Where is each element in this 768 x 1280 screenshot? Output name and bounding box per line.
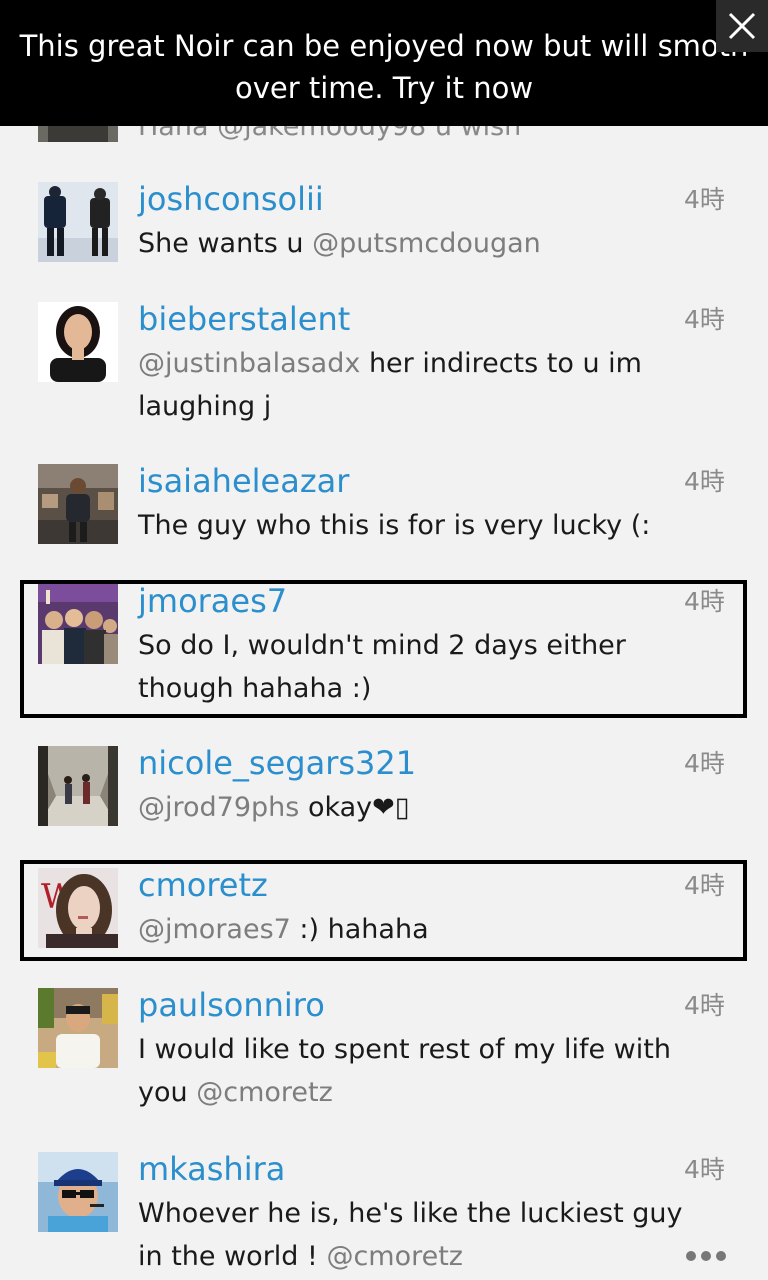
tweet-text: Whoever he is, he's like the luckiest gu…	[138, 1192, 698, 1278]
close-icon[interactable]	[716, 0, 768, 52]
avatar[interactable]	[38, 464, 118, 544]
banner-text: This great Noir can be enjoyed now but w…	[19, 29, 749, 105]
username[interactable]: nicole_segars321	[138, 744, 416, 782]
tweet[interactable]: joshconsolii 4時 She wants u @putsmcdouga…	[0, 180, 768, 282]
tweet-text: @justinbalasadx her indirects to u im la…	[138, 342, 698, 428]
username[interactable]: mkashira	[138, 1150, 285, 1188]
tweet-text: @jrod79phs okay❤︎▯	[138, 786, 698, 829]
username[interactable]: bieberstalent	[138, 300, 350, 338]
timestamp: 4時	[684, 749, 725, 778]
more-icon[interactable]	[686, 1246, 734, 1266]
timestamp: 4時	[684, 185, 725, 214]
tweet[interactable]: bieberstalent 4時 @justinbalasadx her ind…	[0, 300, 768, 442]
more-dot	[701, 1251, 711, 1261]
tweet-text: She wants u @putsmcdougan	[138, 222, 698, 265]
timestamp: 4時	[684, 1155, 725, 1184]
tweet[interactable]: mkashira 4時 Whoever he is, he's like the…	[0, 1150, 768, 1280]
timestamp: 4時	[684, 991, 725, 1020]
timestamp: 4時	[684, 467, 725, 496]
avatar[interactable]	[38, 182, 118, 262]
avatar[interactable]	[38, 988, 118, 1068]
tweet[interactable]: nicole_segars321 4時 @jrod79phs okay❤︎▯	[0, 744, 768, 846]
timeline-feed[interactable]: Haha @jakemoody98 u wish joshconsolii 4時…	[0, 0, 768, 1280]
username[interactable]: joshconsolii	[138, 180, 324, 218]
close-button[interactable]	[716, 0, 768, 52]
more-dot	[716, 1251, 726, 1261]
tweet[interactable]: paulsonniro 4時 I would like to spent res…	[0, 986, 768, 1128]
timestamp: 4時	[684, 305, 725, 334]
tweet-text: The guy who this is for is very lucky (:	[138, 510, 651, 541]
avatar[interactable]	[38, 1152, 118, 1232]
tweet-text: I would like to spent rest of my life wi…	[138, 1028, 698, 1114]
highlight-box	[20, 860, 747, 961]
avatar[interactable]	[38, 302, 118, 382]
tweet-body: She wants u	[138, 228, 304, 259]
more-dot	[686, 1251, 696, 1261]
highlight-box	[20, 580, 747, 718]
avatar[interactable]	[38, 746, 118, 826]
mention-link[interactable]: @jrod79phs	[138, 792, 299, 823]
mention-link[interactable]: @justinbalasadx	[138, 348, 360, 379]
tweet-body: okay❤︎▯	[307, 792, 410, 823]
username[interactable]: isaiaheleazar	[138, 462, 349, 500]
notification-banner[interactable]: This great Noir can be enjoyed now but w…	[0, 0, 768, 126]
mention-link[interactable]: @cmoretz	[326, 1241, 463, 1272]
username[interactable]: paulsonniro	[138, 986, 325, 1024]
mention-link[interactable]: @putsmcdougan	[312, 228, 541, 259]
mention-link[interactable]: @cmoretz	[196, 1077, 333, 1108]
tweet[interactable]: isaiaheleazar 4時 The guy who this is for…	[0, 462, 768, 564]
